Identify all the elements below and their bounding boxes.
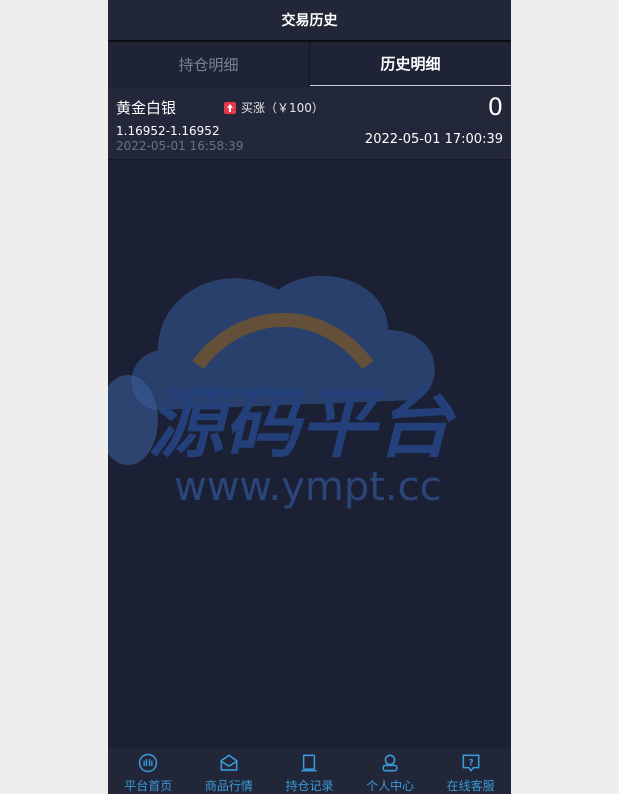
background-wave-pattern xyxy=(108,607,511,737)
market-icon xyxy=(220,754,238,771)
position-icon xyxy=(301,754,318,772)
nav-label: 平台首页 xyxy=(124,779,173,793)
product-name: 黄金白银 xyxy=(116,99,177,117)
tab-positions[interactable]: 持仓明细 xyxy=(108,42,310,86)
watermark-title: 源码平台 xyxy=(148,379,456,468)
nav-label: 商品行情 xyxy=(204,779,253,793)
app-screen: 交易历史 持仓明细 历史明细 黄金白银 买涨（￥100） 0 1.16952-1… xyxy=(108,0,511,794)
nav-label: 个人中心 xyxy=(366,779,415,793)
help-icon: ? xyxy=(462,754,480,772)
history-record[interactable]: 黄金白银 买涨（￥100） 0 1.16952-1.16952 2022-05-… xyxy=(108,87,511,160)
user-icon xyxy=(382,754,398,772)
open-time: 2022-05-01 16:58:39 xyxy=(116,139,244,153)
nav-positions[interactable]: 持仓记录 xyxy=(269,748,350,794)
price-range: 1.16952-1.16952 xyxy=(116,124,220,138)
nav-label: 在线客服 xyxy=(446,779,495,793)
nav-home[interactable]: 平台首页 xyxy=(108,748,189,794)
nav-profile[interactable]: 个人中心 xyxy=(350,748,431,794)
bottom-nav: 平台首页 商品行情 持仓记录 个人中心 ? 在线客服 xyxy=(108,748,511,794)
direction-label: 买涨（￥100） xyxy=(241,101,324,115)
watermark-url: www.ympt.cc xyxy=(174,464,442,510)
page-header: 交易历史 xyxy=(108,0,511,42)
nav-support[interactable]: ? 在线客服 xyxy=(430,748,511,794)
home-icon xyxy=(139,753,158,773)
tab-label: 历史明细 xyxy=(380,55,441,73)
watermark-logo: 源码平台 www.ympt.cc xyxy=(108,275,456,510)
svg-text:?: ? xyxy=(468,757,473,768)
profit-value: 0 xyxy=(487,93,503,121)
nav-market[interactable]: 商品行情 xyxy=(189,748,270,794)
nav-label: 持仓记录 xyxy=(285,779,334,793)
page-title: 交易历史 xyxy=(281,13,338,29)
trade-direction: 买涨（￥100） xyxy=(224,99,324,116)
up-arrow-icon xyxy=(224,101,236,114)
close-time: 2022-05-01 17:00:39 xyxy=(364,132,503,147)
tab-bar: 持仓明细 历史明细 xyxy=(108,42,511,86)
tab-history[interactable]: 历史明细 xyxy=(310,42,511,86)
tab-label: 持仓明细 xyxy=(178,55,239,74)
